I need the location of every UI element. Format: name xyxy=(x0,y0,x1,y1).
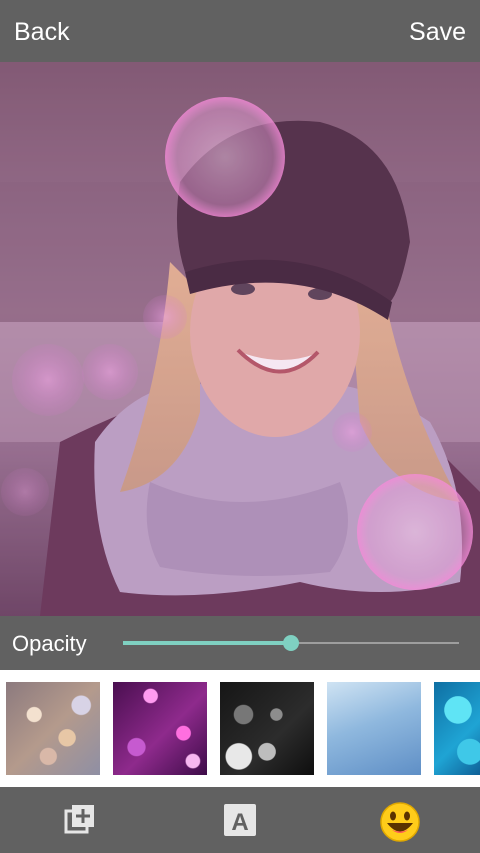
bokeh-gold-thumbnail[interactable] xyxy=(6,682,100,775)
emoji-icon xyxy=(380,802,420,842)
back-button[interactable]: Back xyxy=(14,0,70,62)
bokeh-monochrome-thumbnail[interactable] xyxy=(220,682,314,775)
portrait-image xyxy=(0,62,480,616)
photo-canvas[interactable] xyxy=(0,62,480,616)
emoji-button[interactable] xyxy=(378,800,420,842)
add-layer-button[interactable] xyxy=(60,800,100,840)
glitter-blue-thumbnail[interactable] xyxy=(327,682,421,775)
bokeh-magenta-thumbnail[interactable] xyxy=(113,682,207,775)
text-icon-glyph: A xyxy=(231,809,248,836)
top-bar: Back Save xyxy=(0,0,480,62)
save-button[interactable]: Save xyxy=(409,0,466,62)
opacity-slider-fill xyxy=(123,641,291,645)
opacity-slider-thumb[interactable] xyxy=(283,635,299,651)
bokeh-cyan-thumbnail[interactable] xyxy=(434,682,480,775)
opacity-label: Opacity xyxy=(12,631,87,656)
text-icon: A xyxy=(224,804,256,836)
bottom-toolbar: A xyxy=(0,787,480,853)
opacity-slider[interactable] xyxy=(123,635,459,651)
opacity-bar: Opacity xyxy=(0,616,480,670)
text-button[interactable]: A xyxy=(220,800,260,840)
overlay-picker xyxy=(0,670,480,787)
add-layer-icon xyxy=(64,805,94,834)
